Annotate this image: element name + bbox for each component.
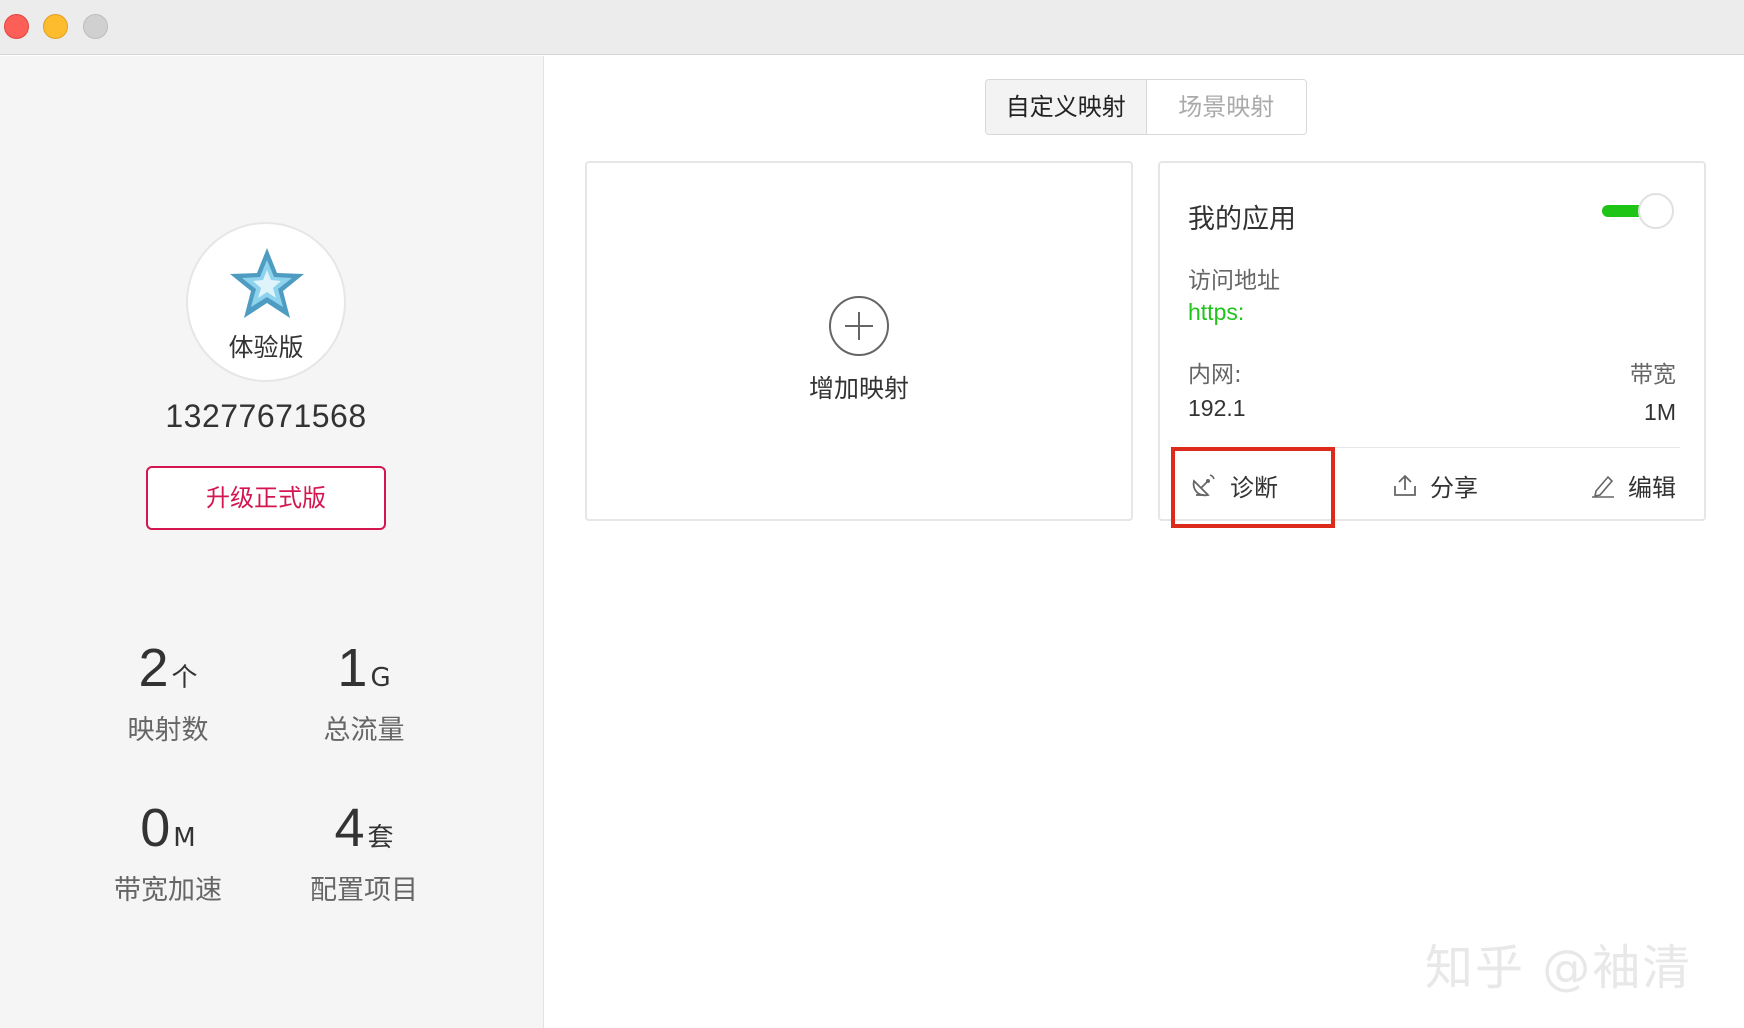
edit-label[interactable]: 编辑 bbox=[1628, 468, 1676, 503]
stat-label: 映射数 bbox=[127, 715, 209, 746]
stat-unit: 个 bbox=[171, 663, 198, 693]
mapping-tabs: 自定义映射 场景映射 bbox=[985, 79, 1307, 135]
stat-value: 0 bbox=[140, 798, 171, 858]
share-button[interactable]: 分享 bbox=[1392, 465, 1478, 505]
stat-value: 2 bbox=[138, 638, 169, 698]
window-titlebar bbox=[0, 0, 1744, 55]
stat-label: 总流量 bbox=[323, 715, 405, 746]
add-mapping-label[interactable]: 增加映射 bbox=[587, 369, 1131, 405]
stat-unit: 套 bbox=[367, 823, 394, 853]
stat-bandwidth-boost: 0M 带宽加速 bbox=[68, 796, 268, 907]
app-title: 我的应用 bbox=[1188, 204, 1296, 235]
sidebar: 体验版 13277671568 升级正式版 2个 映射数 1G 总流量 0M 带… bbox=[0, 56, 544, 1028]
stat-unit: M bbox=[173, 823, 196, 853]
access-address-label: 访问地址 bbox=[1188, 268, 1280, 294]
watermark-text: 知乎 @袖清 bbox=[1425, 940, 1693, 996]
intranet-label: 内网: bbox=[1188, 362, 1242, 388]
intranet-value: 192.1 bbox=[1188, 395, 1246, 421]
toggle-knob bbox=[1638, 193, 1674, 229]
stat-label: 配置项目 bbox=[310, 875, 418, 906]
pencil-icon bbox=[1592, 475, 1614, 498]
zoom-window-button[interactable] bbox=[83, 14, 108, 39]
stat-value: 1 bbox=[337, 638, 368, 698]
edit-button[interactable]: 编辑 bbox=[1590, 465, 1676, 505]
plan-label: 体验版 bbox=[228, 333, 304, 362]
stat-value: 4 bbox=[334, 798, 365, 858]
stat-unit: G bbox=[370, 663, 391, 693]
stat-total-traffic: 1G 总流量 bbox=[264, 636, 464, 747]
access-url-link[interactable]: https: bbox=[1188, 299, 1244, 326]
plus-icon[interactable] bbox=[829, 296, 889, 356]
stat-label: 带宽加速 bbox=[114, 875, 222, 906]
bandwidth-label: 带宽 bbox=[1630, 362, 1676, 388]
account-phone: 13277671568 bbox=[165, 398, 367, 434]
stat-config-projects: 4套 配置项目 bbox=[264, 796, 464, 907]
upload-icon bbox=[1394, 474, 1416, 496]
tab-custom-mapping[interactable]: 自定义映射 bbox=[986, 80, 1147, 134]
upgrade-button[interactable]: 升级正式版 bbox=[146, 466, 386, 530]
bandwidth-value: 1M bbox=[1644, 399, 1676, 425]
close-window-button[interactable] bbox=[4, 14, 29, 39]
stat-mapping-count: 2个 映射数 bbox=[68, 636, 268, 747]
star-icon bbox=[230, 248, 304, 318]
add-mapping-card[interactable]: 增加映射 bbox=[585, 161, 1133, 521]
share-label[interactable]: 分享 bbox=[1430, 468, 1478, 503]
diagnose-highlight-box bbox=[1171, 447, 1335, 528]
avatar: 体验版 bbox=[186, 222, 346, 382]
tab-scene-mapping[interactable]: 场景映射 bbox=[1146, 80, 1306, 134]
minimize-window-button[interactable] bbox=[43, 14, 68, 39]
enable-toggle[interactable] bbox=[1602, 193, 1674, 229]
